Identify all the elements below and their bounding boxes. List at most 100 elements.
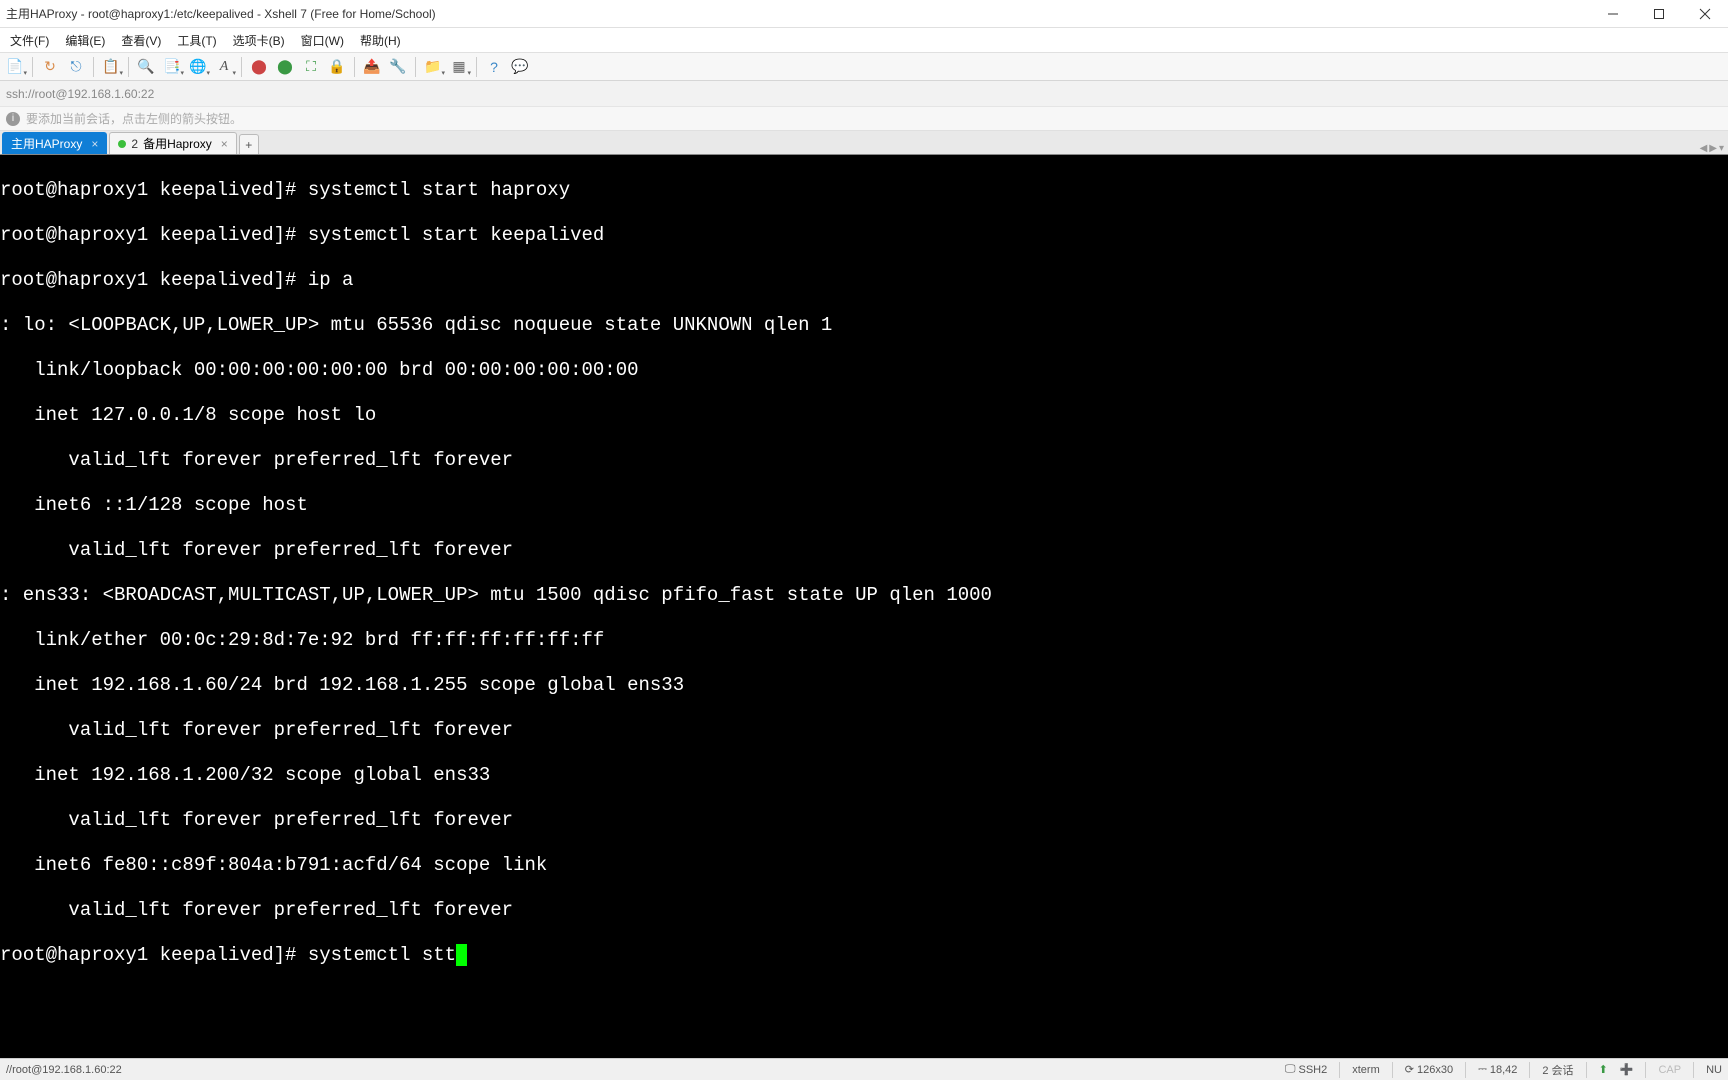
terminal-line: inet 127.0.0.1/8 scope host lo (0, 404, 1728, 427)
status-separator (1693, 1062, 1694, 1078)
grid-icon: ▦ (452, 58, 465, 75)
toolbar-separator (476, 57, 477, 77)
menu-help[interactable]: 帮助(H) (352, 29, 409, 52)
copy-button[interactable]: 📑 (161, 56, 183, 78)
toolbar-separator (354, 57, 355, 77)
status-cursor-pos: ⎓18,42 (1478, 1063, 1517, 1076)
terminal-line: inet 192.168.1.200/32 scope global ens33 (0, 764, 1728, 787)
session-tab-number: 2 (131, 137, 138, 151)
close-button[interactable] (1682, 0, 1728, 27)
font-button[interactable]: A (213, 56, 235, 78)
terminal-line: link/ether 00:0c:29:8d:7e:92 brd ff:ff:f… (0, 629, 1728, 652)
refresh-icon: ↻ (44, 58, 56, 75)
menu-window[interactable]: 窗口(W) (293, 29, 352, 52)
chat-button[interactable]: 💬 (509, 56, 531, 78)
tab-list-icon[interactable]: ▾ (1719, 143, 1724, 154)
transfer-button[interactable]: 📤 (361, 56, 383, 78)
find-button[interactable]: 🔍 (135, 56, 157, 78)
bolt-icon: ⬤ (251, 58, 267, 75)
terminal-line: root@haproxy1 keepalived]# ip a (0, 269, 1728, 292)
terminal-line: valid_lft forever preferred_lft forever (0, 809, 1728, 832)
disconnect-icon: ⎋ (70, 58, 81, 75)
status-separator (1529, 1062, 1530, 1078)
terminal-line: valid_lft forever preferred_lft forever (0, 899, 1728, 922)
status-caps-lock: CAP (1658, 1064, 1681, 1076)
window-titlebar: 主用HAProxy - root@haproxy1:/etc/keepalive… (0, 0, 1728, 28)
status-ssh: 🖵SSH2 (1285, 1063, 1327, 1076)
terminal-prompt-line: root@haproxy1 keepalived]# systemctl stt (0, 944, 1728, 967)
menu-view[interactable]: 查看(V) (113, 29, 169, 52)
tab-close-icon[interactable]: × (217, 137, 228, 151)
terminal-line: root@haproxy1 keepalived]# systemctl sta… (0, 224, 1728, 247)
fullscreen-icon: ⛶ (306, 58, 316, 75)
fullscreen-button[interactable]: ⛶ (300, 56, 322, 78)
transfer-icon: 📤 (363, 58, 380, 75)
menu-tabs[interactable]: 选项卡(B) (225, 29, 293, 52)
toolbar-separator (128, 57, 129, 77)
reconnect-button[interactable]: ↻ (39, 56, 61, 78)
tab-close-icon[interactable]: × (87, 137, 98, 151)
terminal-line: : ens33: <BROADCAST,MULTICAST,UP,LOWER_U… (0, 584, 1728, 607)
status-separator (1586, 1062, 1587, 1078)
lock-icon: 🔒 (328, 58, 345, 75)
status-down-icon[interactable]: ➕ (1620, 1063, 1634, 1076)
address-text: ssh://root@192.168.1.60:22 (6, 87, 154, 101)
status-bar: //root@192.168.1.60:22 🖵SSH2 xterm ⟳126x… (0, 1058, 1728, 1080)
terminal-line: root@haproxy1 keepalived]# systemctl sta… (0, 179, 1728, 202)
document-plus-icon: 📄 (6, 58, 23, 75)
size-icon: ⟳ (1405, 1063, 1414, 1076)
session-tab-active[interactable]: 主用HAProxy × (2, 132, 107, 154)
status-sessions: 2 会话 (1542, 1062, 1573, 1078)
status-size: ⟳126x30 (1405, 1063, 1453, 1076)
toolbar-separator (32, 57, 33, 77)
terminal-pane[interactable]: root@haproxy1 keepalived]# systemctl sta… (0, 155, 1728, 1058)
lock-button[interactable]: 🔒 (326, 56, 348, 78)
copy-icon: 📑 (163, 58, 180, 75)
menu-tools[interactable]: 工具(T) (169, 29, 224, 52)
tab-prev-icon[interactable]: ◀ (1700, 143, 1708, 154)
script-icon: ⬤ (277, 58, 293, 75)
wrench-icon: 🔧 (389, 58, 406, 75)
status-num-lock: NU (1706, 1064, 1722, 1076)
menu-bar: 文件(F) 编辑(E) 查看(V) 工具(T) 选项卡(B) 窗口(W) 帮助(… (0, 28, 1728, 53)
tab-nav: ◀ ▶ ▾ (1700, 143, 1728, 154)
terminal-line: valid_lft forever preferred_lft forever (0, 449, 1728, 472)
tab-next-icon[interactable]: ▶ (1709, 143, 1717, 154)
plus-icon: + (245, 138, 252, 152)
folder-button[interactable]: 📁 (422, 56, 444, 78)
layout-button[interactable]: ▦ (448, 56, 470, 78)
terminal-line: inet6 fe80::c89f:804a:b791:acfd/64 scope… (0, 854, 1728, 877)
xftp-button[interactable]: 🔧 (387, 56, 409, 78)
status-up-icon[interactable]: ⬆ (1599, 1063, 1608, 1076)
script-button[interactable]: ⬤ (274, 56, 296, 78)
toolbar-separator (93, 57, 94, 77)
minimize-button[interactable] (1590, 0, 1636, 27)
session-tab-label: 备用Haproxy (143, 135, 212, 152)
terminal-line: link/loopback 00:00:00:00:00:00 brd 00:0… (0, 359, 1728, 382)
gear-icon: 📋 (102, 58, 119, 75)
terminal-text: root@haproxy1 keepalived]# systemctl stt (0, 944, 456, 966)
maximize-button[interactable] (1636, 0, 1682, 27)
cursor-pos-icon: ⎓ (1478, 1063, 1487, 1076)
menu-edit[interactable]: 编辑(E) (57, 29, 113, 52)
terminal-line: inet6 ::1/128 scope host (0, 494, 1728, 517)
new-session-button[interactable]: 📄 (4, 56, 26, 78)
status-separator (1392, 1062, 1393, 1078)
font-icon: A (220, 59, 229, 75)
question-icon: ? (490, 59, 498, 75)
paste-button[interactable]: 🌐 (187, 56, 209, 78)
quick-command-button[interactable]: ⬤ (248, 56, 270, 78)
session-tab-bar: 主用HAProxy × 2 备用Haproxy × + ◀ ▶ ▾ (0, 131, 1728, 155)
address-bar[interactable]: ssh://root@192.168.1.60:22 (0, 81, 1728, 107)
terminal-line: valid_lft forever preferred_lft forever (0, 539, 1728, 562)
menu-file[interactable]: 文件(F) (2, 29, 57, 52)
properties-button[interactable]: 📋 (100, 56, 122, 78)
status-separator (1465, 1062, 1466, 1078)
disconnect-button[interactable]: ⎋ (65, 56, 87, 78)
add-tab-button[interactable]: + (239, 134, 259, 154)
session-tab-2[interactable]: 2 备用Haproxy × (109, 132, 236, 154)
status-separator (1645, 1062, 1646, 1078)
hint-bar: i 要添加当前会话，点击左侧的箭头按钮。 (0, 107, 1728, 131)
help-button[interactable]: ? (483, 56, 505, 78)
info-icon: i (6, 112, 20, 126)
